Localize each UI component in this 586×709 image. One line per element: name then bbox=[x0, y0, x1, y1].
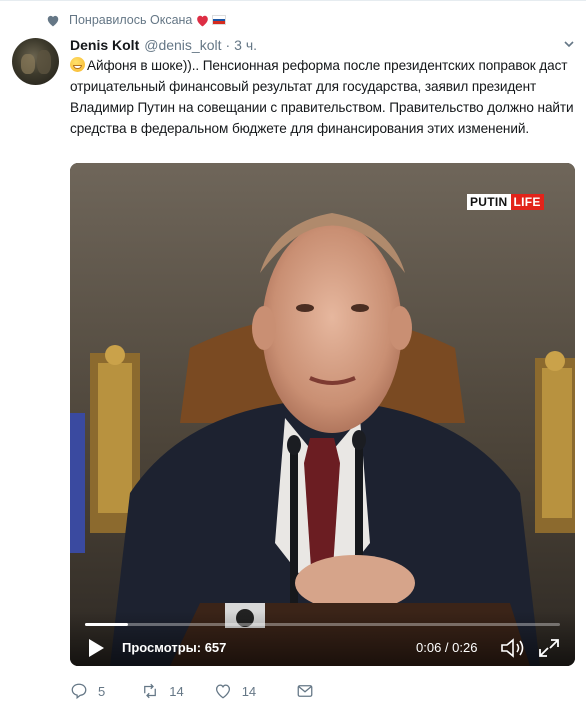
retweet-count: 14 bbox=[169, 683, 184, 699]
progress-bar[interactable] bbox=[85, 623, 560, 626]
video-time: 0:06 / 0:26 bbox=[416, 640, 478, 655]
top-divider bbox=[0, 0, 586, 1]
play-icon[interactable] bbox=[86, 638, 106, 658]
tweet-body: Айфоня в шоке)).. Пенсионная реформа пос… bbox=[70, 58, 574, 136]
heart-icon bbox=[47, 15, 59, 26]
watermark-left: PUTIN bbox=[467, 194, 511, 210]
direct-message-button[interactable] bbox=[296, 682, 314, 700]
envelope-icon bbox=[297, 685, 313, 697]
video-controls: Просмотры: 657 0:06 / 0:26 bbox=[70, 611, 575, 666]
header-separator: · bbox=[225, 37, 231, 53]
video-player[interactable]: PUTIN LIFE Просмотры: 657 0:06 / 0:26 bbox=[70, 163, 575, 666]
chevron-down-icon[interactable] bbox=[563, 38, 575, 50]
author-handle[interactable]: @denis_kolt bbox=[144, 37, 221, 53]
reply-button[interactable]: 5 bbox=[70, 682, 105, 700]
tweet-actions: 5 14 14 bbox=[70, 680, 314, 702]
tweet-text: Айфоня в шоке)).. Пенсионная реформа пос… bbox=[70, 55, 575, 139]
grinning-face-emoji-icon bbox=[70, 57, 85, 72]
retweet-icon bbox=[144, 683, 157, 699]
fullscreen-icon[interactable] bbox=[537, 637, 561, 659]
video-frame bbox=[70, 163, 575, 666]
watermark-right: LIFE bbox=[510, 194, 544, 210]
red-heart-emoji-icon bbox=[197, 15, 209, 26]
like-count: 14 bbox=[241, 683, 257, 699]
liked-by-text[interactable]: Понравилось Оксана bbox=[69, 13, 192, 27]
tweet-header: Denis Kolt @denis_kolt · 3 ч. bbox=[70, 36, 257, 54]
volume-icon[interactable] bbox=[500, 637, 526, 659]
view-count: Просмотры: 657 bbox=[122, 640, 227, 655]
retweet-button[interactable]: 14 bbox=[141, 682, 184, 700]
like-button[interactable]: 14 bbox=[214, 682, 256, 700]
tweet-timestamp[interactable]: 3 ч. bbox=[234, 37, 257, 53]
heart-outline-icon bbox=[215, 684, 230, 699]
channel-watermark: PUTIN LIFE bbox=[467, 194, 544, 210]
reply-count: 5 bbox=[98, 683, 106, 699]
social-context: Понравилось Оксана bbox=[46, 11, 227, 29]
avatar[interactable] bbox=[12, 38, 59, 85]
progress-fill bbox=[85, 623, 128, 626]
russia-flag-icon bbox=[212, 15, 227, 25]
reply-icon bbox=[71, 683, 87, 700]
author-name[interactable]: Denis Kolt bbox=[70, 37, 139, 53]
